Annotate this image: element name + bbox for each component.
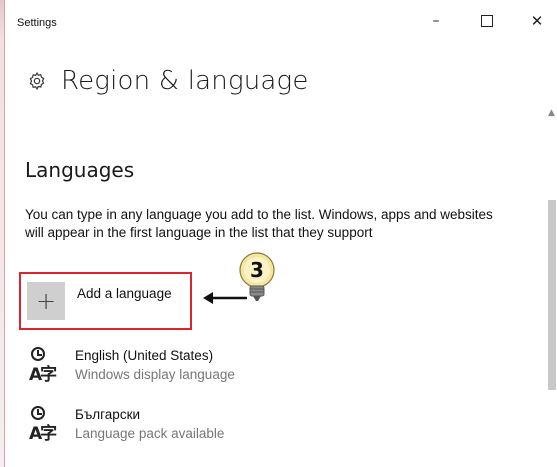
window-title: Settings	[17, 17, 57, 29]
add-language-button[interactable]: + Add a language	[19, 272, 192, 330]
step-number: 3	[250, 258, 264, 282]
language-icon: A字	[27, 347, 57, 385]
settings-window: Settings – ✕ Region & language ▲ Languag…	[4, 0, 557, 467]
plus-glyph: +	[35, 287, 57, 315]
section-description: You can type in any language you add to …	[25, 207, 493, 240]
section-title: Languages	[25, 158, 135, 182]
maximize-icon	[481, 15, 493, 27]
language-item-bulgarian[interactable]: A字 Български Language pack available	[27, 404, 427, 448]
maximize-button[interactable]	[472, 8, 502, 34]
scrollbar-thumb[interactable]	[548, 200, 556, 390]
language-icon: A字	[27, 406, 57, 444]
page-header: Region & language	[27, 66, 309, 96]
minimize-icon: –	[432, 13, 440, 29]
close-icon: ✕	[530, 12, 544, 30]
title-bar: Settings – ✕	[5, 0, 557, 40]
page-title: Region & language	[61, 66, 309, 96]
scrollbar[interactable]: ▲	[546, 108, 557, 467]
callout-annotation: 3	[203, 252, 275, 304]
scroll-up-icon[interactable]: ▲	[548, 108, 555, 118]
language-item-english[interactable]: A字 English (United States) Windows displ…	[27, 345, 427, 389]
add-language-label: Add a language	[77, 286, 172, 301]
language-status: Language pack available	[75, 426, 225, 441]
gear-icon	[29, 71, 45, 91]
arrow-left-icon	[203, 292, 247, 304]
language-name: English (United States)	[75, 348, 214, 363]
language-status: Windows display language	[75, 367, 235, 382]
language-name: Български	[75, 407, 141, 422]
plus-icon: +	[27, 282, 65, 320]
close-button[interactable]: ✕	[522, 8, 552, 34]
minimize-button[interactable]: –	[421, 8, 451, 34]
